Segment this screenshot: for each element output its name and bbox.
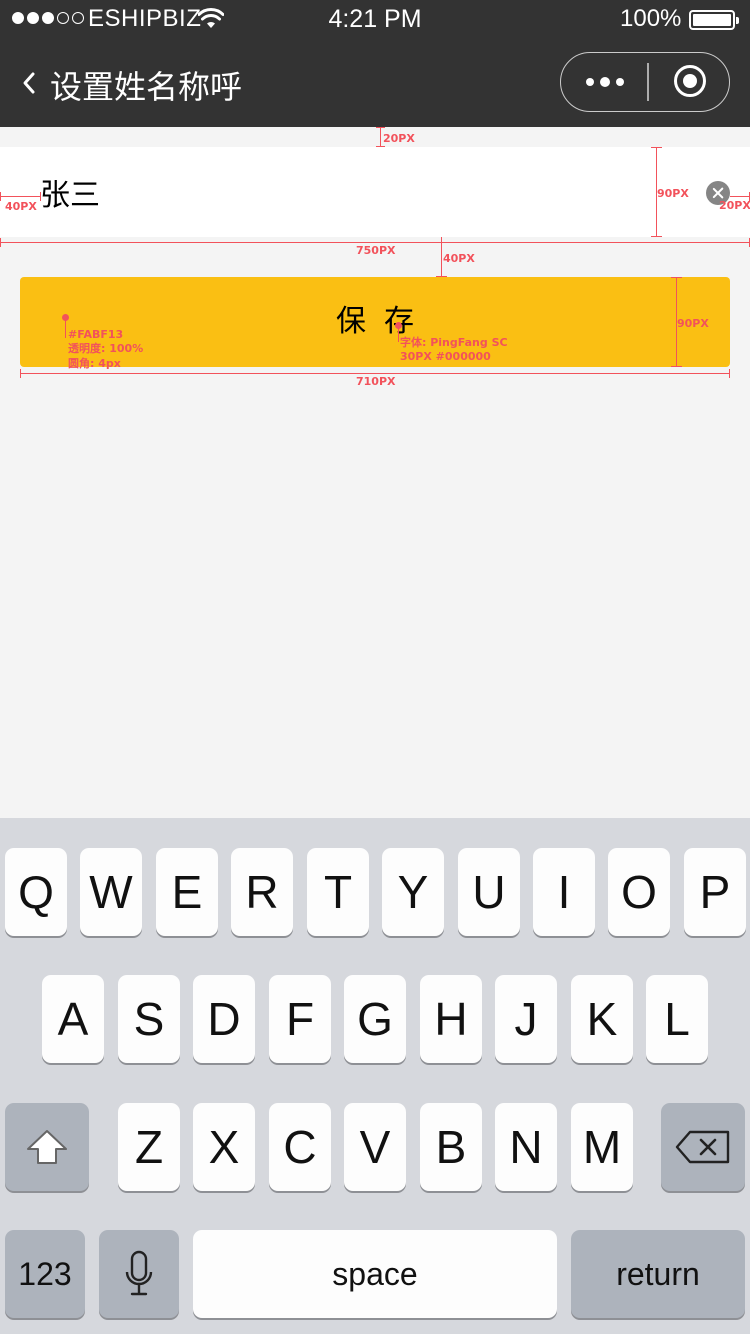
dictation-key[interactable]: [99, 1230, 179, 1318]
key-b[interactable]: B: [420, 1103, 482, 1191]
key-i[interactable]: I: [533, 848, 595, 936]
battery-percentage: 100%: [620, 5, 682, 32]
key-k[interactable]: K: [571, 975, 633, 1063]
close-mini-program-icon[interactable]: [648, 53, 730, 110]
microphone-icon: [125, 1250, 153, 1296]
annotation-right-padding: 20PX: [719, 199, 750, 212]
key-f[interactable]: F: [269, 975, 331, 1063]
header: ESHIPBIZ 4:21 PM 100% 设置姓名称呼: [0, 0, 750, 127]
annotation-full-width: 750PX: [356, 244, 396, 257]
annotation-button-radius: 圆角: 4px: [68, 357, 121, 370]
key-z[interactable]: Z: [118, 1103, 180, 1191]
key-a[interactable]: A: [42, 975, 104, 1063]
key-t[interactable]: T: [307, 848, 369, 936]
key-o[interactable]: O: [608, 848, 670, 936]
key-h[interactable]: H: [420, 975, 482, 1063]
key-c[interactable]: C: [269, 1103, 331, 1191]
annotation-row-height: 90PX: [657, 187, 689, 200]
shift-key[interactable]: [5, 1103, 89, 1191]
page-title: 设置姓名称呼: [50, 68, 243, 106]
key-g[interactable]: G: [344, 975, 406, 1063]
annotation-button-color: #FABF13: [68, 328, 124, 341]
key-s[interactable]: S: [118, 975, 180, 1063]
numbers-key[interactable]: 123: [5, 1230, 85, 1318]
key-q[interactable]: Q: [5, 848, 67, 936]
annotation-button-height: 90PX: [677, 317, 709, 330]
nav-bar: 设置姓名称呼: [0, 40, 750, 127]
delete-icon: [675, 1130, 730, 1164]
key-x[interactable]: X: [193, 1103, 255, 1191]
space-key[interactable]: space: [193, 1230, 557, 1318]
keyboard: Q W E R T Y U I O P A S D F G H J K L Z …: [0, 818, 750, 1334]
key-y[interactable]: Y: [382, 848, 444, 936]
key-p[interactable]: P: [684, 848, 746, 936]
key-j[interactable]: J: [495, 975, 557, 1063]
annotation-left-padding: 40PX: [5, 200, 37, 213]
status-bar: ESHIPBIZ 4:21 PM 100%: [0, 0, 750, 40]
return-key[interactable]: return: [571, 1230, 745, 1318]
name-field-row: [0, 147, 750, 237]
annotation-button-width: 710PX: [356, 375, 396, 388]
key-e[interactable]: E: [156, 848, 218, 936]
key-v[interactable]: V: [344, 1103, 406, 1191]
battery-icon: [689, 10, 739, 30]
key-d[interactable]: D: [193, 975, 255, 1063]
delete-key[interactable]: [661, 1103, 745, 1191]
key-n[interactable]: N: [495, 1103, 557, 1191]
key-u[interactable]: U: [458, 848, 520, 936]
key-l[interactable]: L: [646, 975, 708, 1063]
annotation-button-opacity: 透明度: 100%: [68, 342, 144, 355]
annotation-font-family: 字体: PingFang SC: [400, 336, 508, 349]
annotation-button-gap: 40PX: [443, 252, 475, 265]
mini-program-capsule: [560, 52, 730, 112]
key-w[interactable]: W: [80, 848, 142, 936]
shift-icon: [27, 1130, 67, 1164]
name-input[interactable]: [40, 147, 680, 237]
annotation-font-spec: 30PX #000000: [400, 350, 491, 363]
more-options-icon[interactable]: [561, 53, 647, 110]
key-r[interactable]: R: [231, 848, 293, 936]
annotation-top-gap: 20PX: [383, 132, 415, 145]
key-m[interactable]: M: [571, 1103, 633, 1191]
back-arrow-icon[interactable]: [20, 70, 38, 96]
